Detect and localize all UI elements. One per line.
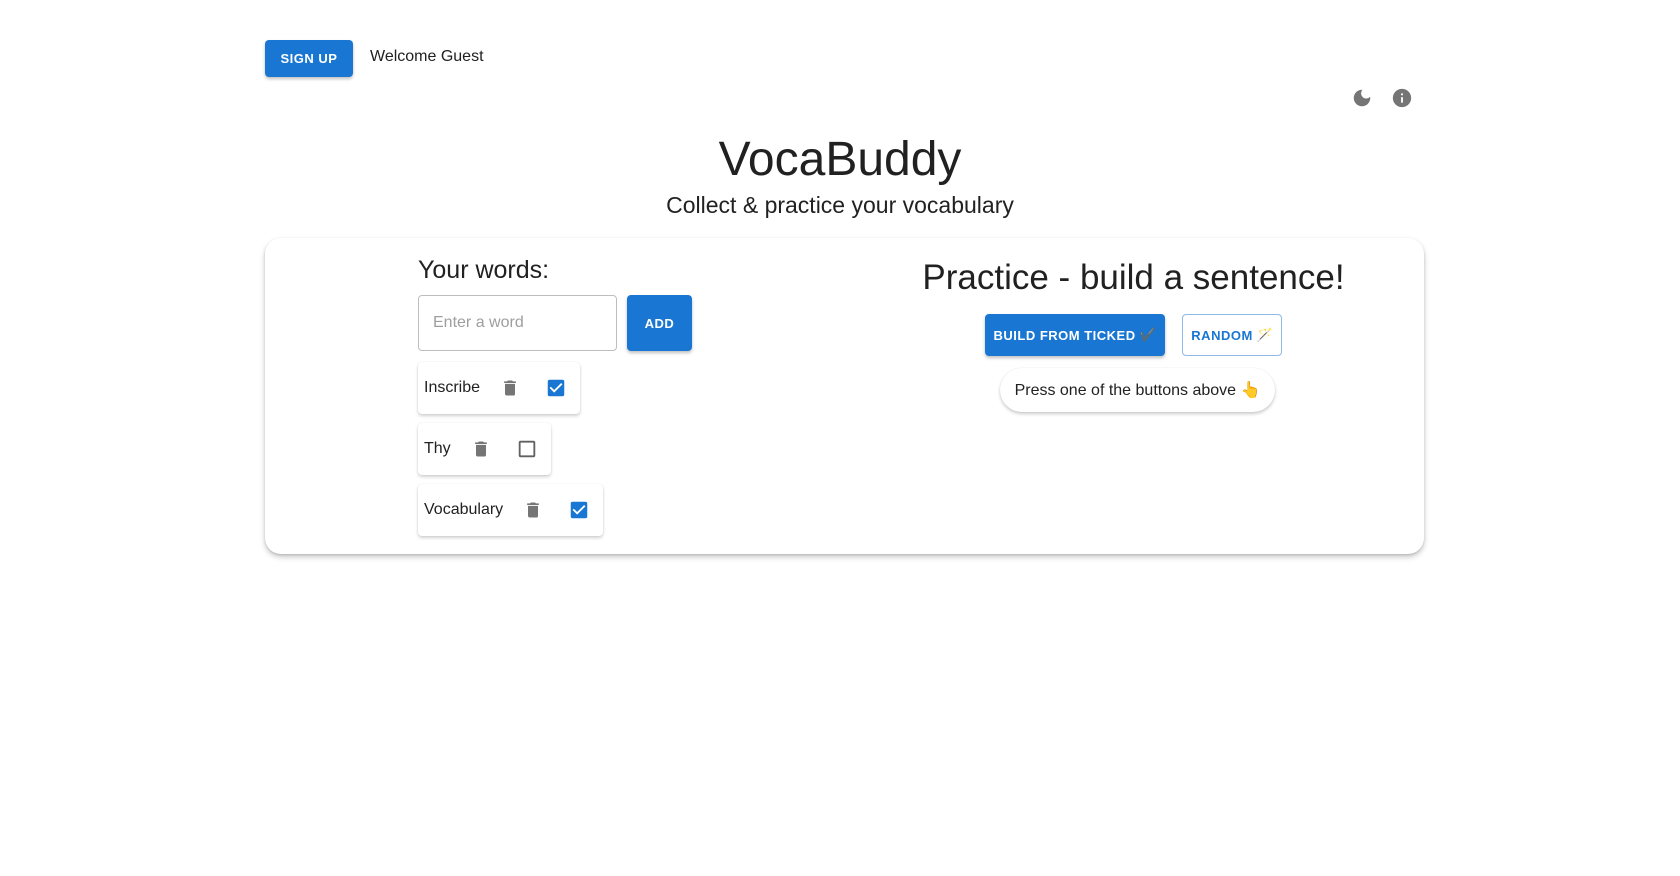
info-button[interactable] xyxy=(1390,86,1414,110)
checkbox-checked-icon xyxy=(547,379,565,397)
trash-icon xyxy=(527,502,540,518)
word-item: Thy xyxy=(418,423,551,475)
moon-icon xyxy=(1353,89,1371,107)
app-page: SIGN UP Welcome Guest VocaBuddy Collect … xyxy=(0,0,1680,876)
word-label: Thy xyxy=(424,440,451,457)
delete-word-button[interactable] xyxy=(498,376,522,400)
practice-hint: Press one of the buttons above 👆 xyxy=(1000,368,1275,412)
app-title: VocaBuddy xyxy=(718,133,962,186)
dark-mode-toggle[interactable] xyxy=(1350,86,1374,110)
word-label: Vocabulary xyxy=(424,501,504,518)
build-button-label: BUILD FROM TICKED xyxy=(993,327,1136,343)
word-item: Inscribe xyxy=(418,362,581,414)
word-checkbox-unchecked[interactable] xyxy=(515,437,539,461)
add-word-button[interactable]: ADD xyxy=(627,295,692,351)
random-button-label: RANDOM xyxy=(1191,327,1253,343)
checkbox-unchecked-icon xyxy=(518,440,535,458)
word-item: Vocabulary xyxy=(418,484,604,536)
checkbox-checked-icon xyxy=(570,501,588,519)
word-checkbox-checked[interactable] xyxy=(567,498,591,522)
words-heading: Your words: xyxy=(418,256,550,284)
word-list: Inscribe Thy Vocabulary xyxy=(418,362,604,545)
trash-icon xyxy=(504,380,516,396)
word-input[interactable] xyxy=(418,295,617,351)
magic-wand-emoji-icon: 🪄 xyxy=(1256,327,1274,342)
word-label: Inscribe xyxy=(424,379,481,396)
delete-word-button[interactable] xyxy=(469,437,493,461)
welcome-text: Welcome Guest xyxy=(370,48,484,65)
word-checkbox-checked[interactable] xyxy=(544,376,568,400)
sign-up-button[interactable]: SIGN UP xyxy=(265,40,353,77)
random-button[interactable]: RANDOM 🪄 xyxy=(1182,314,1283,356)
main-card: Your words: ADD Inscribe Thy Vocabulary Pr… xyxy=(265,238,1424,554)
info-icon xyxy=(1392,88,1412,108)
delete-word-button[interactable] xyxy=(521,498,545,522)
app-subtitle: Collect & practice your vocabulary xyxy=(666,192,1014,218)
build-from-ticked-button[interactable]: BUILD FROM TICKED ✔️ xyxy=(984,314,1166,356)
trash-icon xyxy=(474,441,487,457)
practice-buttons: BUILD FROM TICKED ✔️ RANDOM 🪄 xyxy=(865,314,1402,356)
checkmark-emoji-icon: ✔️ xyxy=(1139,327,1157,342)
practice-heading: Practice - build a sentence! xyxy=(922,258,1345,297)
